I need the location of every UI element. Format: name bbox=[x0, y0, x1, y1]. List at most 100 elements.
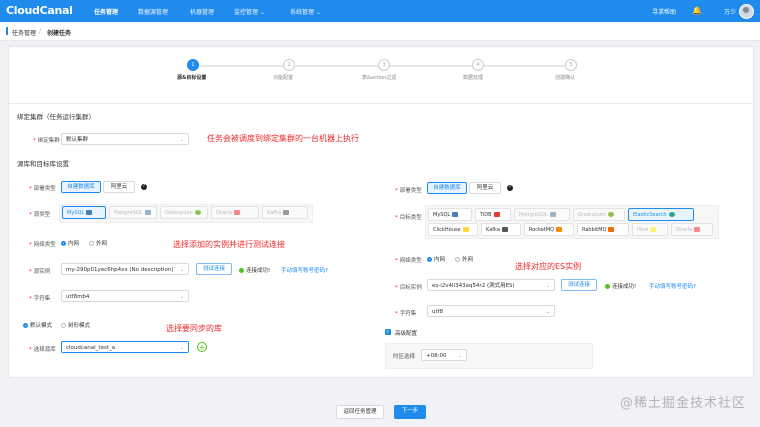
source-deploy-label: * 部署类型 bbox=[29, 186, 56, 192]
source-charset-label: * 字符集 bbox=[29, 296, 51, 302]
step-2-dot: 2 bbox=[283, 59, 295, 71]
create-task-panel: 1 2 3 4 5 源&目标设置 功能配置 表&action过滤 数据处理 创建… bbox=[8, 46, 754, 378]
nav-datasource-management[interactable]: 数据源管理 bbox=[138, 7, 168, 16]
oracle-icon bbox=[694, 227, 701, 232]
app-logo[interactable]: CloudCanal bbox=[6, 4, 73, 17]
target-type-kafka[interactable]: Kafka bbox=[481, 223, 521, 236]
step-1-dot: 1 bbox=[187, 59, 199, 71]
source-deploy-aliyun[interactable]: 阿里云 bbox=[103, 181, 135, 193]
radio-unchecked-icon bbox=[61, 323, 66, 328]
user-name[interactable]: 万少 bbox=[724, 7, 736, 16]
add-db-icon[interactable]: + bbox=[197, 342, 207, 352]
breadcrumb-accent bbox=[6, 27, 8, 35]
source-net-internet[interactable]: 外网 bbox=[89, 239, 107, 247]
target-type-hive[interactable]: Hive bbox=[632, 223, 668, 236]
step-1-label: 源&目标设置 bbox=[177, 75, 207, 81]
db-section-title: 源库和目标库设置 bbox=[17, 160, 69, 168]
advanced-config-checkbox[interactable]: ✓ bbox=[385, 329, 391, 335]
greenplum-icon bbox=[607, 212, 614, 217]
back-to-task-list-button[interactable]: 返回任务管理 bbox=[336, 405, 384, 419]
target-type-elasticsearch[interactable]: ElasticSearch bbox=[628, 208, 694, 221]
target-connection-status: 连接成功! bbox=[605, 282, 636, 290]
source-instance-select[interactable]: my-290p01yec6hp4xx (No description) ⌄ bbox=[61, 263, 189, 275]
step-3-dot: 3 bbox=[378, 59, 390, 71]
cluster-annotation: 任务会被调度到绑定集群的一台机器上执行 bbox=[207, 134, 359, 143]
source-type-oracle[interactable]: Oracle bbox=[211, 206, 259, 219]
target-net-intranet[interactable]: 内网 bbox=[427, 255, 445, 263]
source-manual-credentials-link[interactable]: 手动填写账号密码? bbox=[281, 266, 328, 274]
nav-machine-management[interactable]: 机器管理 bbox=[190, 7, 214, 16]
next-step-button[interactable]: 下一步 bbox=[394, 405, 426, 419]
mode-default[interactable]: 默认模式 bbox=[23, 321, 52, 329]
kafka-icon bbox=[282, 210, 289, 215]
advanced-config-label: 高级配置 bbox=[395, 331, 418, 337]
success-icon bbox=[239, 268, 244, 273]
step-connector bbox=[199, 65, 283, 67]
nav-system-management[interactable]: 系统管理 ⌄ bbox=[290, 7, 321, 16]
target-deploy-aliyun[interactable]: 阿里云 bbox=[469, 182, 501, 194]
target-type-oracle[interactable]: Oracle bbox=[671, 223, 713, 236]
target-type-rocketmq[interactable]: RocketMQ bbox=[524, 223, 574, 236]
step-indicator: 1 2 3 4 5 源&目标设置 功能配置 表&action过滤 数据处理 创建… bbox=[9, 47, 753, 104]
mode-annotation: 选择要同步的库 bbox=[166, 324, 222, 333]
target-type-greenplum[interactable]: Greenplum bbox=[573, 208, 625, 221]
chevron-down-icon: ⌄ bbox=[179, 137, 184, 143]
source-net-intranet[interactable]: 内网 bbox=[61, 239, 79, 247]
source-type-kafka[interactable]: Kafka bbox=[262, 206, 308, 219]
target-type-mysql[interactable]: MySQL bbox=[428, 208, 472, 221]
target-type-label: * 目标类型 bbox=[395, 215, 422, 221]
radio-checked-icon bbox=[23, 323, 28, 328]
source-test-connection-button[interactable]: 测试连接 bbox=[196, 263, 232, 275]
source-charset-select[interactable]: utf8mb4 ⌄ bbox=[61, 290, 189, 302]
nav-monitor-management[interactable]: 监控管理 ⌄ bbox=[234, 7, 265, 16]
success-icon bbox=[605, 284, 610, 289]
advanced-config-box bbox=[385, 343, 593, 369]
help-icon[interactable]: ? bbox=[141, 184, 147, 190]
radio-unchecked-icon bbox=[455, 257, 460, 262]
mode-tree[interactable]: 树形模式 bbox=[61, 321, 90, 329]
source-db-select[interactable]: cloudcanal_test_a ⌄ bbox=[61, 341, 189, 353]
target-instance-select[interactable]: es-i2v4ll343aq54r2 (測式用ES) ⌄ bbox=[427, 279, 555, 291]
source-type-postgresql[interactable]: PostgreSQL bbox=[109, 206, 157, 219]
target-type-tidb[interactable]: TiDB bbox=[475, 208, 511, 221]
step-connector bbox=[295, 65, 379, 67]
step-connector bbox=[389, 65, 473, 67]
timezone-select[interactable]: +08:00 ⌄ bbox=[421, 349, 467, 361]
cluster-select[interactable]: 默认集群 ⌄ bbox=[61, 133, 189, 145]
target-charset-select[interactable]: utf8 ⌄ bbox=[427, 305, 555, 317]
step-2-label: 功能配置 bbox=[273, 75, 294, 81]
target-type-rabbitmq[interactable]: RabbitMQ bbox=[577, 223, 629, 236]
bell-icon[interactable]: 🔔 bbox=[692, 6, 702, 15]
breadcrumb-current: 创建任务 bbox=[47, 30, 72, 37]
oracle-icon bbox=[234, 210, 241, 215]
target-manual-credentials-link[interactable]: 手动填写账号密码? bbox=[649, 282, 696, 290]
breadcrumb-parent[interactable]: 任务管理 bbox=[12, 28, 36, 37]
source-type-mysql[interactable]: MySQL bbox=[62, 206, 106, 219]
step-3-label: 表&action过滤 bbox=[362, 75, 397, 81]
step-5-label: 创建确认 bbox=[555, 75, 576, 81]
postgresql-icon bbox=[144, 210, 151, 215]
breadcrumb: 任务管理 / 创建任务 bbox=[0, 22, 760, 41]
kafka-icon bbox=[501, 227, 508, 232]
help-icon[interactable]: ? bbox=[507, 185, 513, 191]
greenplum-icon bbox=[194, 210, 201, 215]
source-type-greenplum[interactable]: Greenplum bbox=[160, 206, 208, 219]
avatar[interactable] bbox=[739, 4, 754, 19]
top-navigation-bar: CloudCanal 任务管理 数据源管理 机器管理 监控管理 ⌄ 系统管理 ⌄… bbox=[0, 0, 760, 22]
chevron-down-icon: ⌄ bbox=[545, 309, 550, 315]
source-net-label: * 网络类型 bbox=[29, 242, 56, 248]
radio-checked-icon bbox=[61, 241, 66, 246]
chevron-down-icon: ⌄ bbox=[179, 345, 184, 351]
source-deploy-self-hosted[interactable]: 自建数据库 bbox=[61, 181, 101, 193]
target-net-internet[interactable]: 外网 bbox=[455, 255, 473, 263]
target-test-connection-button[interactable]: 测试连接 bbox=[561, 279, 597, 291]
breadcrumb-separator: / bbox=[39, 28, 42, 35]
nav-task-management[interactable]: 任务管理 bbox=[94, 7, 118, 16]
watermark: @稀土掘金技术社区 bbox=[619, 396, 746, 411]
target-deploy-self-hosted[interactable]: 自建数据库 bbox=[427, 182, 467, 194]
target-type-clickhouse[interactable]: ClickHouse bbox=[428, 223, 478, 236]
target-type-postgresql[interactable]: PostgreSQL bbox=[514, 208, 570, 221]
source-instance-label: * 源实例 bbox=[29, 269, 51, 275]
clickhouse-icon bbox=[462, 227, 469, 232]
help-link[interactable]: 寻求帮助 bbox=[652, 7, 676, 16]
